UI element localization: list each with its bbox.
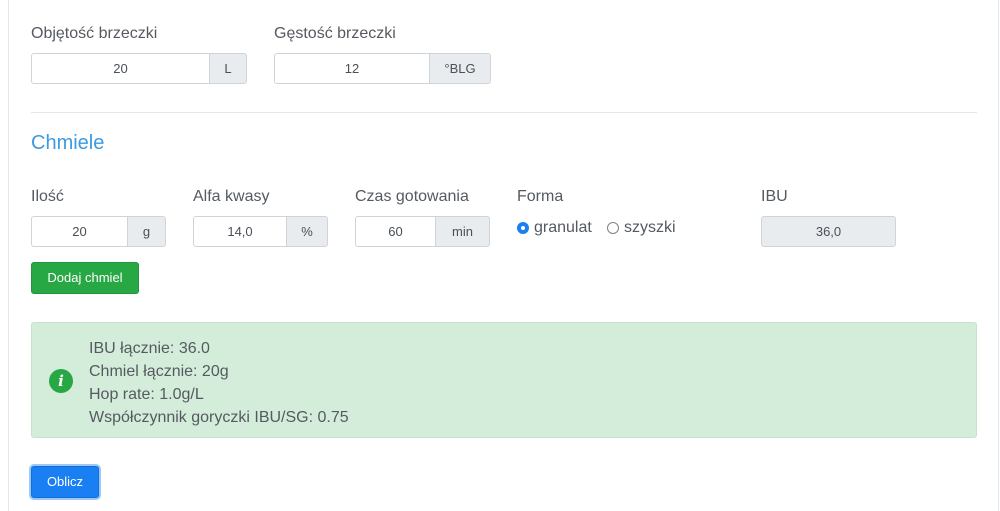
wort-volume-input[interactable]: 20 bbox=[31, 53, 210, 84]
hop-amount-unit: g bbox=[128, 216, 166, 247]
alpha-acids-unit: % bbox=[287, 216, 328, 247]
form-option-granulat[interactable]: granulat bbox=[517, 219, 592, 237]
ibu-label: IBU bbox=[761, 188, 788, 205]
summary-bitterness-ratio: Współczynnik goryczki IBU/SG: 0.75 bbox=[89, 409, 349, 426]
ibu-value-field: 36,0 bbox=[761, 216, 896, 247]
hops-section-title: Chmiele bbox=[31, 132, 105, 154]
boil-time-label: Czas gotowania bbox=[355, 188, 469, 205]
alpha-acids-input[interactable]: 14,0 bbox=[193, 216, 287, 247]
add-hop-button[interactable]: Dodaj chmiel bbox=[31, 262, 139, 294]
calculate-button[interactable]: Oblicz bbox=[31, 466, 99, 498]
radio-checked-icon[interactable] bbox=[517, 222, 529, 234]
section-divider bbox=[31, 112, 977, 113]
summary-total-ibu: IBU łącznie: 36.0 bbox=[89, 340, 210, 357]
hop-amount-label: Ilość bbox=[31, 188, 64, 205]
radio-unchecked-icon[interactable] bbox=[607, 222, 619, 234]
info-icon: i bbox=[49, 369, 73, 393]
wort-gravity-unit: °BLG bbox=[430, 53, 491, 84]
summary-alert: i IBU łącznie: 36.0 Chmiel łącznie: 20g … bbox=[31, 322, 977, 438]
boil-time-input[interactable]: 60 bbox=[355, 216, 436, 247]
wort-gravity-label: Gęstość brzeczki bbox=[274, 25, 396, 42]
summary-lines: IBU łącznie: 36.0 Chmiel łącznie: 20g Ho… bbox=[89, 337, 349, 429]
wort-volume-unit: L bbox=[210, 53, 247, 84]
form-option-szyszki[interactable]: szyszki bbox=[607, 219, 676, 237]
form-option-granulat-label: granulat bbox=[534, 219, 592, 236]
summary-total-hops: Chmiel łącznie: 20g bbox=[89, 363, 229, 380]
wort-gravity-input[interactable]: 12 bbox=[274, 53, 430, 84]
wort-volume-label: Objętość brzeczki bbox=[31, 25, 158, 42]
boil-time-unit: min bbox=[436, 216, 490, 247]
hop-form-label: Forma bbox=[517, 188, 564, 205]
form-option-szyszki-label: szyszki bbox=[624, 219, 676, 236]
alpha-acids-label: Alfa kwasy bbox=[193, 188, 270, 205]
hop-amount-input[interactable]: 20 bbox=[31, 216, 128, 247]
summary-hop-rate: Hop rate: 1.0g/L bbox=[89, 386, 204, 403]
